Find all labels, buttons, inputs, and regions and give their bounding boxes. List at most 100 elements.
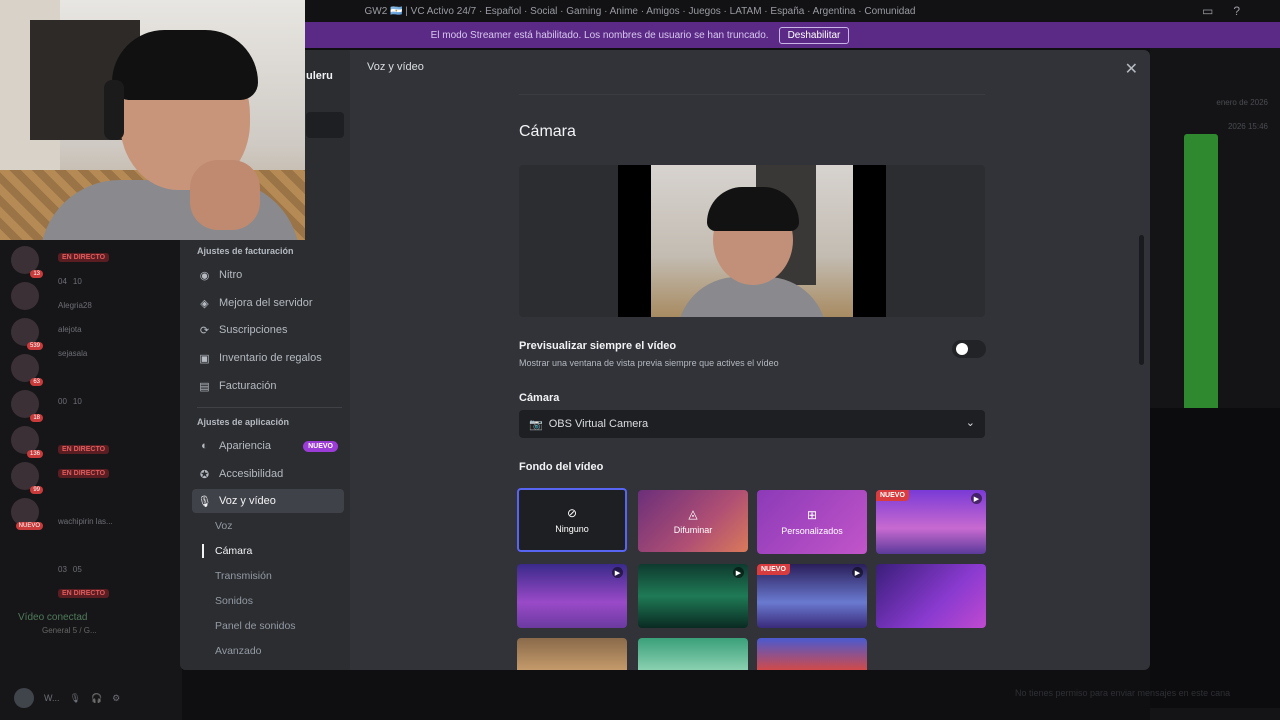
sidebar-subitem-advanced[interactable]: Avanzado	[215, 645, 262, 657]
voice-user-row[interactable]	[58, 413, 180, 437]
message-date: enero de 2026	[1216, 98, 1268, 107]
background-tile-none[interactable]: ⊘ Ninguno	[517, 488, 627, 552]
voice-user-row[interactable]: EN DIRECTO	[58, 581, 180, 605]
server-icon[interactable]: 63	[11, 354, 43, 386]
user-name-short: W...	[44, 693, 60, 703]
live-badge: EN DIRECTO	[58, 444, 110, 454]
sidebar-subitem-streaming[interactable]: Transmisión	[215, 570, 272, 582]
always-preview-toggle[interactable]	[952, 340, 986, 358]
chevron-down-icon: ⌄	[965, 417, 975, 429]
background-tile-scene[interactable]: NUEVO ▶	[876, 490, 986, 554]
titlebar-icons: ▭ ?	[1202, 4, 1240, 18]
background-tile-scene[interactable]: NUEVO ▶	[757, 564, 867, 628]
camera-select-value: OBS Virtual Camera	[548, 418, 649, 430]
voice-user-row[interactable]: sejasala	[58, 341, 180, 365]
server-icon[interactable]: 18	[11, 390, 43, 422]
background-tile-scene[interactable]	[517, 638, 627, 670]
voice-counter-row: 03 05	[58, 564, 82, 574]
server-title: GW2 🇦🇷 | VC Activo 24/7 · Español · Soci…	[364, 5, 916, 17]
sidebar-item-accessibility[interactable]: ✪ Accesibilidad	[192, 462, 344, 486]
voice-user-row[interactable]: EN DIRECTO	[58, 245, 180, 269]
sidebar-item-server-boost[interactable]: ◈ Mejora del servidor	[192, 291, 344, 315]
sidebar-item-nitro[interactable]: ◉ Nitro	[192, 263, 344, 287]
boost-icon: ◈	[200, 297, 209, 310]
help-icon[interactable]: ?	[1233, 4, 1240, 18]
live-badge: EN DIRECTO	[58, 252, 110, 262]
sidebar-divider	[197, 407, 342, 408]
voice-user-row[interactable]: EN DIRECTO	[58, 461, 180, 485]
voice-user-row[interactable]: alejota	[58, 317, 180, 341]
background-tile-scene[interactable]	[757, 638, 867, 670]
camera-field-label: Cámara	[519, 392, 560, 404]
chat-input-disabled: No tienes permiso para enviar mensajes e…	[1015, 688, 1231, 698]
sidebar-item-gift-inventory[interactable]: ▣ Inventario de regalos	[192, 346, 344, 370]
sidebar-item-appearance[interactable]: ◐ Apariencia NUEVO	[192, 434, 344, 458]
video-thumbnail[interactable]	[1150, 408, 1280, 708]
subscriptions-icon: ⟳	[199, 324, 210, 337]
live-badge: EN DIRECTO	[58, 468, 110, 478]
server-icon[interactable]: NUEVO	[11, 498, 43, 530]
voice-user-row[interactable]: Alegria28	[58, 293, 180, 317]
server-rail: 13 539 63 18 136 99 NUEVO	[0, 240, 50, 620]
toggle-knob	[956, 343, 968, 355]
voice-user-row[interactable]	[58, 485, 180, 509]
microphone-icon[interactable]: 🎙	[70, 693, 81, 704]
camera-select[interactable]: 📷 OBS Virtual Camera ⌄	[519, 410, 985, 438]
webcam-overlay	[0, 0, 305, 240]
live-badge: EN DIRECTO	[58, 588, 110, 598]
user-panel: W... 🎙 🎧 ⚙	[0, 676, 182, 720]
sidebar-item-subscriptions[interactable]: ⟳ Suscripciones	[192, 318, 344, 342]
voice-channel-name: General 5 / G...	[42, 626, 97, 635]
video-thumbnail[interactable]	[1184, 134, 1218, 424]
background-tile-scene[interactable]	[876, 564, 986, 628]
new-badge: NUEVO	[876, 490, 909, 501]
settings-modal: uleru Ajustes de facturación ◉ Nitro ◈ Mej…	[180, 50, 1150, 670]
close-icon[interactable]: ✕	[1125, 59, 1138, 79]
none-icon: ⊘	[566, 506, 578, 520]
voice-user-row[interactable]	[58, 365, 180, 389]
inbox-icon[interactable]: ▭	[1202, 4, 1213, 18]
sidebar-item-billing[interactable]: ▤ Facturación	[192, 374, 344, 398]
page-title: Cámara	[519, 123, 576, 140]
nitro-icon: ◉	[199, 269, 210, 282]
voice-user-row[interactable]: EN DIRECTO	[58, 437, 180, 461]
app-section-title: Ajustes de aplicación	[197, 417, 290, 427]
voice-user-row[interactable]	[58, 533, 180, 557]
sidebar-subitem-camera[interactable]: Cámara	[215, 545, 252, 557]
always-preview-title: Previsualizar siempre el vídeo	[519, 340, 677, 352]
voice-connected-status: Vídeo conectad	[18, 612, 88, 623]
billing-section-title: Ajustes de facturación	[197, 246, 294, 256]
gear-icon[interactable]: ⚙	[112, 693, 120, 704]
microphone-icon: 🎙	[197, 495, 212, 508]
avatar[interactable]	[14, 688, 34, 708]
headphones-icon[interactable]: 🎧	[91, 693, 102, 704]
disable-streamer-button[interactable]: Deshabilitar	[778, 26, 850, 44]
section-divider	[519, 94, 985, 95]
background-tile-scene[interactable]: ▶	[638, 564, 748, 628]
video-background-label: Fondo del vídeo	[519, 461, 604, 473]
channel-list-ghost: EN DIRECTO 04 10 Alegria28 alejota sejasa…	[58, 245, 180, 605]
background-tile-blur[interactable]: ◬ Difuminar	[638, 490, 748, 552]
add-image-icon: ⊞	[806, 508, 818, 522]
voice-user-row[interactable]: wachipirin las...	[58, 509, 180, 533]
sidebar-item-voice-video[interactable]: 🎙 Voz y vídeo	[192, 489, 344, 513]
new-badge: NUEVO	[303, 440, 338, 452]
server-icon[interactable]: 13	[11, 246, 43, 278]
voice-counter-row: 04 10	[58, 276, 82, 286]
server-icon[interactable]: 99	[11, 462, 43, 494]
server-icon[interactable]: 539	[11, 318, 43, 350]
server-icon[interactable]	[11, 282, 39, 310]
background-tile-custom[interactable]: ⊞ Personalizados	[757, 490, 867, 554]
active-indicator	[202, 544, 204, 558]
background-tile-scene[interactable]: ▶	[517, 564, 627, 628]
sidebar-subitem-soundboard[interactable]: Panel de sonidos	[215, 620, 296, 632]
search-input[interactable]	[306, 112, 344, 138]
accessibility-icon: ✪	[199, 468, 210, 481]
sidebar-subitem-sounds[interactable]: Sonidos	[215, 595, 253, 607]
background-chat-area: enero de 2026 2026 15:46	[1150, 48, 1280, 720]
server-icon[interactable]: 136	[11, 426, 43, 458]
scrollbar[interactable]	[1139, 235, 1144, 365]
background-tile-scene[interactable]	[638, 638, 748, 670]
sidebar-subitem-voice[interactable]: Voz	[215, 520, 233, 532]
voice-counter-row: 00 10	[58, 396, 82, 406]
